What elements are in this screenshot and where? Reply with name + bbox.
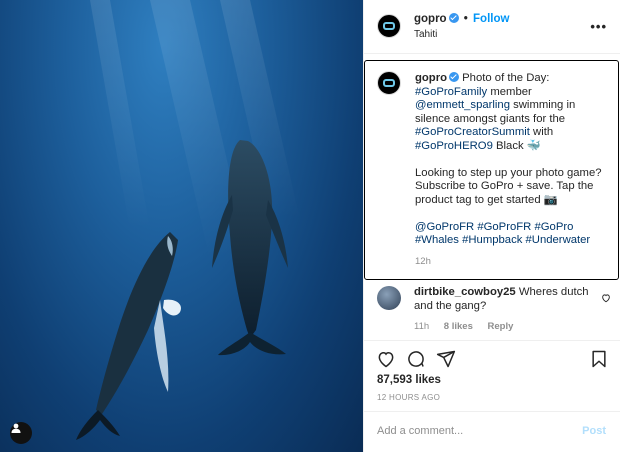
likes-count[interactable]: 87,593 likes	[377, 374, 441, 386]
caption-username[interactable]: gopro	[415, 72, 447, 84]
hashtag-link[interactable]: #GoPro	[534, 221, 573, 233]
avatar[interactable]	[377, 71, 401, 95]
caption-paragraph-2: Looking to step up your photo game? Subs…	[415, 166, 602, 206]
header-user-line: gopro • Follow	[414, 13, 509, 25]
mention-link[interactable]: @emmett_sparling	[415, 99, 510, 111]
post-header: gopro • Follow Tahiti •••	[364, 0, 620, 54]
heart-icon[interactable]	[376, 349, 396, 372]
comment-icon[interactable]	[406, 349, 426, 372]
avatar[interactable]	[377, 286, 401, 310]
post-photo[interactable]	[0, 0, 363, 452]
comment-heart-icon[interactable]	[601, 293, 611, 306]
hashtag-link[interactable]: #GoProFamily	[415, 86, 487, 98]
hashtag-link[interactable]: #Underwater	[526, 234, 591, 246]
more-icon[interactable]: •••	[590, 19, 607, 34]
verified-badge-icon	[448, 13, 459, 23]
whale-left	[76, 232, 181, 440]
share-icon[interactable]	[436, 349, 456, 372]
post-comment-button[interactable]: Post	[582, 425, 606, 437]
comment-meta: 11h 8 likes Reply	[414, 321, 525, 332]
post-timestamp[interactable]: 12 HOURS AGO	[377, 393, 440, 402]
post-sidebar: gopro • Follow Tahiti ••• gopro Photo of…	[363, 0, 620, 452]
caption-text-part: Photo of the Day:	[462, 72, 550, 84]
follow-button[interactable]: Follow	[473, 13, 509, 25]
comment-item: dirtbike_cowboy25 Wheres dutch and the g…	[364, 284, 620, 336]
location-link[interactable]: Tahiti	[414, 29, 437, 40]
caption-text-part: Black 🐳	[492, 139, 541, 152]
action-bar	[364, 340, 620, 370]
hashtag-link[interactable]: #GoProFR	[477, 221, 531, 233]
header-separator: •	[463, 13, 468, 25]
bookmark-icon[interactable]	[589, 349, 609, 372]
caption-text-part: member	[487, 85, 532, 98]
avatar[interactable]	[377, 14, 401, 38]
user-tag-icon[interactable]	[10, 422, 32, 444]
comment-likes[interactable]: 8 likes	[444, 321, 473, 332]
mention-link[interactable]: @GoProFR	[415, 221, 474, 233]
comment-text: dirtbike_cowboy25 Wheres dutch and the g…	[414, 286, 594, 313]
caption-text-part: with	[529, 126, 554, 138]
caption-text: gopro Photo of the Day: #GoProFamily mem…	[415, 72, 613, 248]
caption-timestamp[interactable]: 12h	[415, 256, 431, 267]
comment-input[interactable]	[377, 425, 567, 437]
hashtag-link[interactable]: #GoProCreatorSummit	[415, 126, 530, 138]
caption-block: gopro Photo of the Day: #GoProFamily mem…	[364, 60, 619, 280]
header-username[interactable]: gopro	[414, 13, 447, 25]
comment-timestamp[interactable]: 11h	[414, 321, 429, 332]
hashtag-link[interactable]: #Humpback	[462, 234, 522, 246]
hashtag-link[interactable]: #GoProHERO9	[415, 140, 493, 152]
reply-button[interactable]: Reply	[488, 321, 514, 332]
comment-username[interactable]: dirtbike_cowboy25	[414, 286, 516, 298]
verified-badge-icon	[449, 72, 459, 82]
comment-composer: Post	[364, 411, 620, 452]
hashtag-link[interactable]: #Whales	[415, 234, 459, 246]
whales-photo	[76, 0, 300, 440]
